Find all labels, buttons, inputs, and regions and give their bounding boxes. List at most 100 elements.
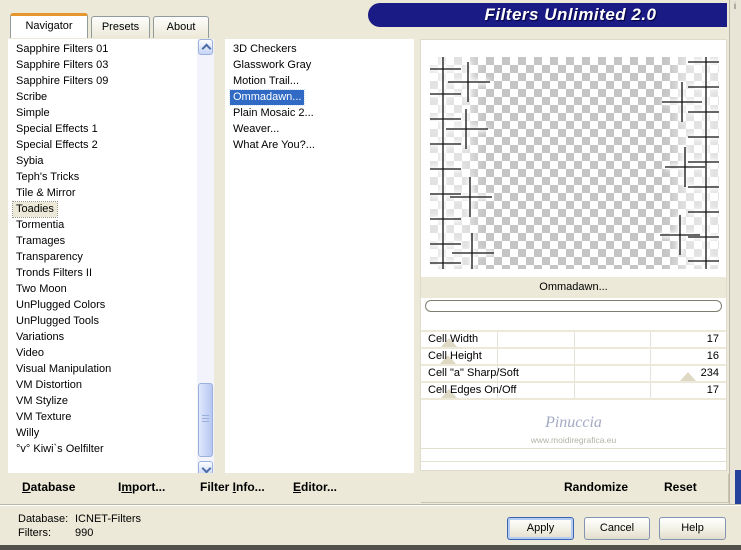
filter-item[interactable]: Motion Trail... bbox=[225, 73, 412, 89]
filter-item-label: Glasswork Gray bbox=[233, 59, 312, 71]
category-scrollbar[interactable] bbox=[197, 39, 214, 477]
filters-unlimited-dialog: Filters Unlimited 2.0 i Navigator Preset… bbox=[0, 0, 741, 550]
category-item[interactable]: UnPlugged Tools bbox=[8, 313, 196, 329]
slider-cell-a-sharp-soft[interactable]: Cell "a" Sharp/Soft 234 bbox=[421, 366, 726, 381]
label-part: ditor... bbox=[301, 480, 338, 494]
chevron-down-icon bbox=[201, 463, 212, 474]
window-bottom-edge bbox=[0, 545, 741, 550]
import-button[interactable]: Import... bbox=[118, 473, 165, 502]
cancel-button[interactable]: Cancel bbox=[584, 517, 650, 540]
background-window-patch bbox=[735, 470, 741, 504]
label-mnemonic: m bbox=[121, 480, 133, 494]
category-item[interactable]: Tormentia bbox=[8, 217, 196, 233]
tab-presets[interactable]: Presets bbox=[91, 16, 150, 38]
category-item-label: VM Stylize bbox=[16, 395, 68, 407]
filter-item-label: Plain Mosaic 2... bbox=[233, 107, 314, 119]
label-part: Filter bbox=[200, 480, 233, 494]
category-item[interactable]: Visual Manipulation bbox=[8, 361, 196, 377]
filter-list-panel: 3D Checkers Glasswork Gray Motion Trail...… bbox=[225, 39, 414, 477]
category-item-label: Sybia bbox=[16, 155, 44, 167]
category-item-label: VM Distortion bbox=[16, 379, 83, 391]
label-mnemonic: E bbox=[293, 480, 302, 494]
slider-tick bbox=[649, 366, 651, 381]
slider-tick bbox=[573, 383, 575, 398]
category-item-label: Two Moon bbox=[16, 283, 67, 295]
category-item-label: UnPlugged Colors bbox=[16, 299, 106, 311]
label-part: nfo... bbox=[236, 480, 265, 494]
database-button[interactable]: Database bbox=[22, 473, 75, 502]
preview-image bbox=[430, 57, 719, 269]
status-filters-value: 990 bbox=[75, 527, 94, 539]
randomize-button[interactable]: Randomize bbox=[564, 473, 628, 502]
category-list-panel: Sapphire Filters 01 Sapphire Filters 03 Sa… bbox=[8, 39, 214, 477]
bottom-toolbar: Database Import... Filter Info... Editor… bbox=[3, 473, 418, 502]
category-item[interactable]: Simple bbox=[8, 105, 196, 121]
slider-cell-edges-on-off[interactable]: Cell Edges On/Off 17 bbox=[421, 383, 726, 398]
slider-thumb[interactable] bbox=[679, 372, 696, 381]
status-database-value: ICNET-Filters bbox=[75, 513, 141, 525]
category-item[interactable]: Willy bbox=[8, 425, 196, 441]
category-item[interactable]: UnPlugged Colors bbox=[8, 297, 196, 313]
filter-item[interactable]: 3D Checkers bbox=[225, 41, 412, 57]
chevron-up-icon bbox=[201, 43, 212, 54]
category-item[interactable]: Sapphire Filters 01 bbox=[8, 41, 196, 57]
scroll-up-button[interactable] bbox=[198, 39, 213, 55]
category-item-label: Teph's Tricks bbox=[16, 171, 80, 183]
filter-item-label: Motion Trail... bbox=[233, 75, 300, 87]
category-item[interactable]: Tramages bbox=[8, 233, 196, 249]
filter-item[interactable]: Weaver... bbox=[225, 121, 412, 137]
category-item[interactable]: Tile & Mirror bbox=[8, 185, 196, 201]
category-item-label: Video bbox=[16, 347, 44, 359]
divider bbox=[421, 448, 726, 449]
category-item-label: Special Effects 1 bbox=[16, 123, 98, 135]
category-item[interactable]: Video bbox=[8, 345, 196, 361]
watermark-url: www.mоidiregrafica.eu bbox=[530, 435, 617, 445]
tab-navigator[interactable]: Navigator bbox=[10, 13, 88, 38]
category-item[interactable]: VM Distortion bbox=[8, 377, 196, 393]
label-part: atabase bbox=[30, 480, 76, 494]
category-item[interactable]: Teph's Tricks bbox=[8, 169, 196, 185]
editor-button[interactable]: Editor... bbox=[293, 473, 337, 502]
category-item[interactable]: °v° Kiwi`s Oelfilter bbox=[8, 441, 196, 457]
progress-bar bbox=[425, 300, 722, 312]
selected-filter-name: Ommadawn... bbox=[421, 277, 726, 298]
category-item[interactable]: Variations bbox=[8, 329, 196, 345]
category-item-label: Tormentia bbox=[16, 219, 65, 231]
filter-item[interactable]: Ommadawn... bbox=[225, 89, 412, 106]
slider-tick bbox=[573, 332, 575, 347]
category-item[interactable]: Sybia bbox=[8, 153, 196, 169]
category-item[interactable]: VM Texture bbox=[8, 409, 196, 425]
category-item[interactable]: Sapphire Filters 09 bbox=[8, 73, 196, 89]
filter-item-label: 3D Checkers bbox=[233, 43, 297, 55]
category-item[interactable]: Transparency bbox=[8, 249, 196, 265]
slider-cell-width[interactable]: Cell Width 17 bbox=[421, 332, 726, 347]
category-item[interactable]: Scribe bbox=[8, 89, 196, 105]
category-item[interactable]: Toadies bbox=[8, 201, 196, 218]
app-title-banner: Filters Unlimited 2.0 bbox=[368, 3, 727, 27]
category-item[interactable]: Sapphire Filters 03 bbox=[8, 57, 196, 73]
filter-info-button[interactable]: Filter Info... bbox=[200, 473, 265, 502]
randomize-strip: Randomize Reset bbox=[420, 473, 728, 502]
category-item-label: Scribe bbox=[16, 91, 48, 103]
category-item[interactable]: Special Effects 1 bbox=[8, 121, 196, 137]
reset-button[interactable]: Reset bbox=[664, 473, 697, 502]
slider-tick bbox=[497, 349, 499, 364]
slider-cell-height[interactable]: Cell Height 16 bbox=[421, 349, 726, 364]
filter-item[interactable]: What Are You?... bbox=[225, 137, 412, 153]
category-item[interactable]: VM Stylize bbox=[8, 393, 196, 409]
filter-item[interactable]: Glasswork Gray bbox=[225, 57, 412, 73]
help-button[interactable]: Help bbox=[659, 517, 726, 540]
category-item-label: Tronds Filters II bbox=[16, 267, 92, 279]
filter-item[interactable]: Plain Mosaic 2... bbox=[225, 105, 412, 121]
slider-label: Cell Height bbox=[428, 350, 482, 362]
category-item[interactable]: Tronds Filters II bbox=[8, 265, 196, 281]
slider-tick bbox=[649, 383, 651, 398]
scroll-thumb[interactable] bbox=[198, 383, 213, 457]
background-text-fragment: i bbox=[734, 1, 736, 11]
tab-about[interactable]: About bbox=[153, 16, 209, 38]
category-item[interactable]: Special Effects 2 bbox=[8, 137, 196, 153]
slider-tick bbox=[649, 332, 651, 347]
divider bbox=[421, 461, 726, 462]
category-item[interactable]: Two Moon bbox=[8, 281, 196, 297]
apply-button[interactable]: Apply bbox=[507, 517, 574, 540]
